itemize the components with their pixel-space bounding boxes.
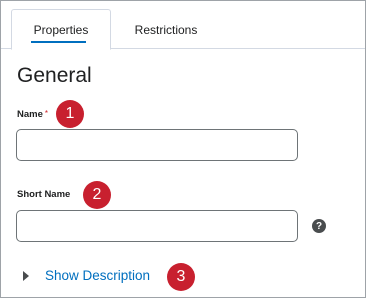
caret-right-icon bbox=[23, 270, 29, 281]
callout-badge-3: 3 bbox=[167, 263, 195, 291]
name-label-text: Name bbox=[17, 109, 43, 120]
name-field[interactable] bbox=[16, 129, 298, 161]
help-icon[interactable]: ? bbox=[312, 219, 326, 233]
active-tab-indicator bbox=[31, 41, 86, 43]
callout-badge-2: 2 bbox=[83, 181, 111, 209]
tab-properties[interactable]: Properties bbox=[11, 9, 111, 50]
required-marker: * bbox=[44, 109, 48, 118]
show-description-toggle[interactable]: Show Description bbox=[23, 268, 150, 283]
callout-badge-1: 1 bbox=[56, 100, 84, 128]
show-description-link[interactable]: Show Description bbox=[45, 268, 150, 283]
short-name-label: Short Name bbox=[17, 189, 71, 200]
short-name-field[interactable] bbox=[16, 210, 298, 242]
section-heading: General bbox=[17, 64, 92, 87]
name-label: Name * bbox=[17, 109, 48, 120]
tab-bar: Properties Restrictions bbox=[1, 1, 365, 50]
tab-properties-label: Properties bbox=[33, 22, 89, 37]
tab-restrictions-label: Restrictions bbox=[134, 22, 198, 37]
tab-restrictions[interactable]: Restrictions bbox=[119, 9, 213, 50]
dialog-frame: Properties Restrictions General Name * Sh… bbox=[0, 0, 366, 298]
